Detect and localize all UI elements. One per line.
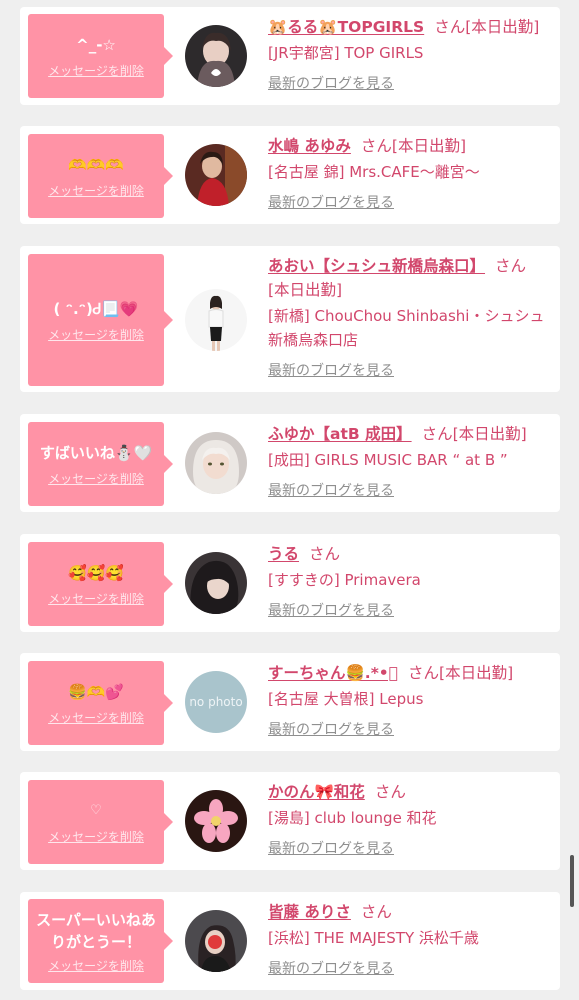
status-badge: [本日出勤] [439,664,514,682]
shop-name: [すすきの] Primavera [268,571,421,589]
avatar[interactable] [185,910,247,972]
cast-name-link[interactable]: 皆藤 ありさ [268,903,351,921]
message-card: 🥰🥰🥰 メッセージを削除 うる さん [すすきの] Primavera 最新のブロ… [20,534,560,632]
cast-info: 🐹るる🐹TOPGIRLS さん[本日出勤] [JR宇都宮] TOP GIRLS 最… [268,15,554,93]
status-badge: [本日出勤] [391,137,467,155]
cast-name-link[interactable]: すーちゃん🍔.*•ﾟ [268,664,398,682]
latest-blog-link[interactable]: 最新のブログを見る [268,73,394,93]
message-card: ♡ メッセージを削除 かのん🎀和花 さん [湯島] club lounge 和花 … [20,772,560,870]
cast-name-link[interactable]: あおい【シュシュ新橋烏森口】 [268,257,485,275]
message-text: スーパーいいねありがとうー！ [36,910,156,951]
shop-name: [新橋] ChouChou Shinbashi・シュシュ新橋烏森口店 [268,307,545,349]
message-card: スーパーいいねありがとうー！ メッセージを削除 皆藤 ありさ さん [浜松] TH… [20,892,560,990]
cast-name-link[interactable]: ふゆか【atB 成田】 [268,425,412,443]
avatar[interactable]: no photo [185,671,247,733]
honorific: さん [374,783,406,801]
cast-name-link[interactable]: 🐹るる🐹TOPGIRLS [268,18,424,36]
honorific: さん [495,257,527,275]
latest-blog-link[interactable]: 最新のブログを見る [268,719,394,739]
cast-name-link[interactable]: うる [268,545,299,563]
shop-name: [湯島] club lounge 和花 [268,809,437,827]
message-text: 🍔🫶💕 [67,682,125,701]
message-bubble: 🥰🥰🥰 メッセージを削除 [28,542,173,626]
delete-message-link[interactable]: メッセージを削除 [48,590,144,607]
cast-info: あおい【シュシュ新橋烏森口】 さん [本日出勤] [新橋] ChouChou Shi… [268,254,554,380]
delete-message-link[interactable]: メッセージを削除 [48,957,144,974]
no-photo-text: no photo [189,695,243,709]
cast-info: かのん🎀和花 さん [湯島] club lounge 和花 最新のブログを見る [268,780,554,858]
latest-blog-link[interactable]: 最新のブログを見る [268,480,394,500]
honorific: さん [360,903,392,921]
latest-blog-link[interactable]: 最新のブログを見る [268,192,394,212]
message-text: ♡ [90,802,102,818]
honorific: さん [434,18,466,36]
latest-blog-link[interactable]: 最新のブログを見る [268,360,394,380]
message-text: ^_-☆ [76,35,116,54]
shop-name: [名古屋 錦] Mrs.CAFE〜離宮〜 [268,163,480,181]
message-card: すばいいね⛄🤍 メッセージを削除 ふゆか【atB 成田】 さん[本日出勤] [成田… [20,414,560,512]
cast-info: ふゆか【atB 成田】 さん[本日出勤] [成田] GIRLS MUSIC BAR… [268,422,554,500]
avatar[interactable] [185,790,247,852]
status-badge: [本日出勤] [465,18,540,36]
scrollbar-thumb[interactable] [570,855,574,907]
delete-message-link[interactable]: メッセージを削除 [48,62,144,79]
shop-name: [浜松] THE MAJESTY 浜松千歳 [268,929,479,947]
message-bubble: すばいいね⛄🤍 メッセージを削除 [28,422,173,506]
delete-message-link[interactable]: メッセージを削除 [48,709,144,726]
message-card: ( ᵔ.ᵔ)Ꮷ📃💗 メッセージを削除 あおい【シュシュ新橋烏森口】 さん [本日出勤… [20,246,560,392]
cast-name-link[interactable]: かのん🎀和花 [268,783,365,801]
shop-name: [成田] GIRLS MUSIC BAR “ at B ” [268,451,508,469]
cast-name-link[interactable]: 水嶋 あゆみ [268,137,351,155]
latest-blog-link[interactable]: 最新のブログを見る [268,600,394,620]
cast-info: うる さん [すすきの] Primavera 最新のブログを見る [268,542,554,620]
message-text: 🥰🥰🥰 [67,563,125,582]
avatar[interactable] [185,25,247,87]
message-text: すばいいね⛄🤍 [39,443,153,462]
status-badge: [本日出勤] [268,281,343,299]
delete-message-link[interactable]: メッセージを削除 [48,470,144,487]
status-badge: [本日出勤] [452,425,527,443]
latest-blog-link[interactable]: 最新のブログを見る [268,958,394,978]
avatar[interactable] [185,432,247,494]
honorific: さん [421,425,453,443]
honorific: さん [309,545,341,563]
message-bubble: ( ᵔ.ᵔ)Ꮷ📃💗 メッセージを削除 [28,254,173,386]
cast-info: 水嶋 あゆみ さん[本日出勤] [名古屋 錦] Mrs.CAFE〜離宮〜 最新のブ… [268,134,554,212]
message-card: 🫶🫶🫶 メッセージを削除 水嶋 あゆみ さん[本日出勤] [名古屋 錦] Mrs.… [20,126,560,224]
message-card: 🍔🫶💕 メッセージを削除 no photo すーちゃん🍔.*•ﾟ さん[本日出勤]… [20,653,560,751]
message-card: ^_-☆ メッセージを削除 🐹るる🐹TOPGIRLS さん[本日出勤] [JR宇都… [20,7,560,105]
avatar[interactable] [185,552,247,614]
shop-name: [JR宇都宮] TOP GIRLS [268,44,424,62]
latest-blog-link[interactable]: 最新のブログを見る [268,838,394,858]
message-bubble: 🫶🫶🫶 メッセージを削除 [28,134,173,218]
cast-info: すーちゃん🍔.*•ﾟ さん[本日出勤] [名古屋 大曽根] Lepus 最新のブロ… [268,661,554,739]
message-text: ( ᵔ.ᵔ)Ꮷ📃💗 [53,299,139,318]
message-bubble: ^_-☆ メッセージを削除 [28,14,173,98]
message-bubble: スーパーいいねありがとうー！ メッセージを削除 [28,899,173,983]
delete-message-link[interactable]: メッセージを削除 [48,326,144,343]
message-bubble: ♡ メッセージを削除 [28,780,173,864]
avatar[interactable] [185,289,247,351]
honorific: さん [408,664,440,682]
delete-message-link[interactable]: メッセージを削除 [48,828,144,845]
message-text: 🫶🫶🫶 [67,155,125,174]
message-bubble: 🍔🫶💕 メッセージを削除 [28,661,173,745]
shop-name: [名古屋 大曽根] Lepus [268,690,424,708]
honorific: さん [360,137,392,155]
cast-info: 皆藤 ありさ さん [浜松] THE MAJESTY 浜松千歳 最新のブログを見る [268,900,554,978]
delete-message-link[interactable]: メッセージを削除 [48,182,144,199]
avatar[interactable] [185,144,247,206]
